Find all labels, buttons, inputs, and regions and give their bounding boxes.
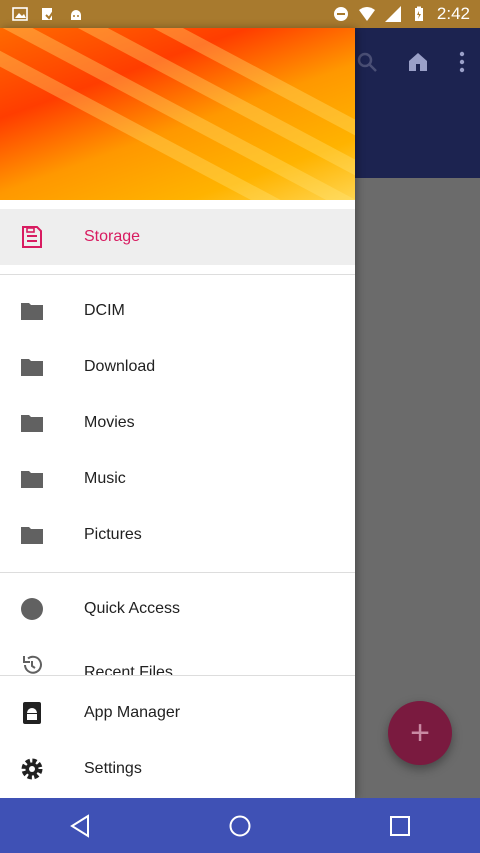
drawer-item-label: Quick Access xyxy=(84,600,181,617)
back-triangle-icon xyxy=(70,813,89,838)
do-not-disturb-icon xyxy=(333,7,348,21)
folder-icon xyxy=(21,359,43,376)
drawer-item-recent-files[interactable]: Recent Files xyxy=(0,637,355,675)
home-circle-icon xyxy=(229,815,251,836)
folder-icon xyxy=(21,471,43,488)
drawer-item-label: Download xyxy=(84,358,156,375)
drawer-item-music[interactable]: Music xyxy=(0,451,355,507)
drawer-item-quick-access[interactable]: Quick Access xyxy=(0,581,355,637)
android-icon xyxy=(71,10,81,20)
navigation-drawer: Storage DCIM Download Movies Music Pictu… xyxy=(0,28,355,798)
drawer-header-image xyxy=(0,28,355,200)
home-button[interactable] xyxy=(220,806,260,846)
recents-square-icon xyxy=(390,815,410,836)
more-vert-icon[interactable] xyxy=(458,51,466,73)
check-doc-icon xyxy=(42,8,56,20)
wifi-icon xyxy=(358,7,375,21)
search-icon[interactable] xyxy=(356,51,378,73)
recents-button[interactable] xyxy=(380,806,420,846)
home-icon[interactable] xyxy=(406,50,430,74)
circle-icon xyxy=(21,598,43,620)
status-time: 2:42 xyxy=(436,4,470,23)
signal-icon xyxy=(384,6,401,22)
folder-icon xyxy=(21,527,43,544)
drawer-item-label: Movies xyxy=(84,414,135,431)
add-icon: + xyxy=(410,713,430,752)
back-button[interactable] xyxy=(60,806,100,846)
sd-storage-icon xyxy=(22,226,42,248)
drawer-item-label: Settings xyxy=(84,760,142,777)
battery-icon xyxy=(414,6,423,21)
android-icon xyxy=(23,702,41,724)
divider xyxy=(0,274,355,275)
folder-icon xyxy=(21,303,43,320)
drawer-item-movies[interactable]: Movies xyxy=(0,395,355,451)
drawer-item-label: Storage xyxy=(84,228,141,245)
drawer-item-label: Pictures xyxy=(84,526,142,543)
divider xyxy=(0,572,355,573)
divider xyxy=(0,675,355,676)
system-nav-bar xyxy=(0,798,480,853)
gear-icon xyxy=(21,758,43,780)
drawer-item-download[interactable]: Download xyxy=(0,339,355,395)
drawer-item-label: Recent Files xyxy=(84,664,173,675)
drawer-item-settings[interactable]: Settings xyxy=(0,741,355,797)
status-bar: 2:42 xyxy=(0,0,480,28)
drawer-item-pictures[interactable]: Pictures xyxy=(0,507,355,563)
drawer-item-label: Music xyxy=(84,470,126,487)
drawer-item-app-manager[interactable]: App Manager xyxy=(0,685,355,741)
drawer-item-label: DCIM xyxy=(84,302,125,319)
drawer-item-label: App Manager xyxy=(84,704,181,721)
drawer-item-dcim[interactable]: DCIM xyxy=(0,283,355,339)
image-icon xyxy=(12,7,28,21)
folder-icon xyxy=(21,415,43,432)
add-fab-button[interactable]: + xyxy=(388,701,452,765)
history-icon xyxy=(23,655,42,674)
drawer-item-storage[interactable]: Storage xyxy=(0,209,355,265)
